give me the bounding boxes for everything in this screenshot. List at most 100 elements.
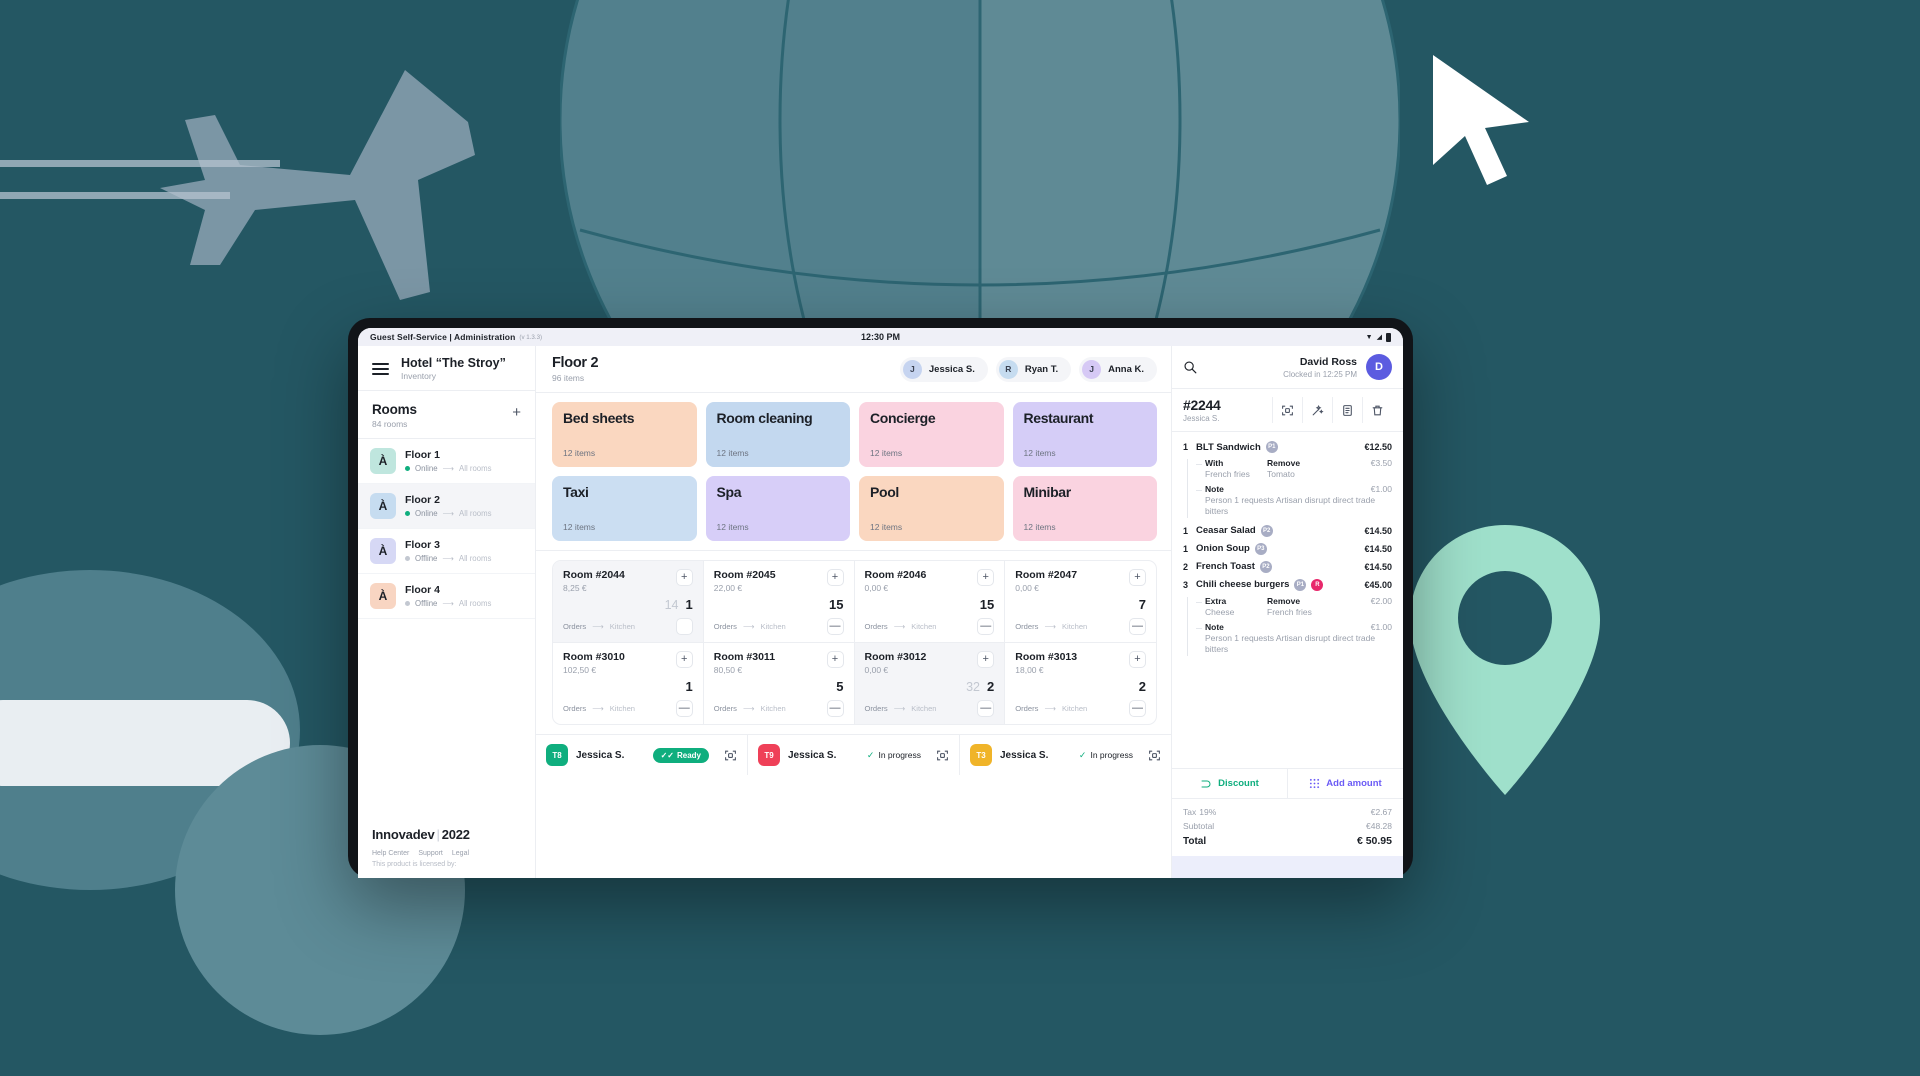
room-card-5[interactable]: Room #3011 80,50 € + 5 Orders ⟶ Kitchen … — [704, 643, 855, 724]
task-item-1[interactable]: T9 Jessica S. ✓ In progress — [748, 735, 960, 775]
order-item-2[interactable]: 1 Onion Soup P3 €14.50 — [1183, 540, 1392, 558]
staff-chip-2[interactable]: J Anna K. — [1079, 356, 1157, 382]
room-card-7[interactable]: Room #3013 18,00 € + 2 Orders ⟶ Kitchen … — [1005, 643, 1156, 724]
discount-tag-icon — [1201, 780, 1211, 787]
scan-icon[interactable] — [724, 749, 737, 762]
room-previous-qty: 32 — [966, 680, 981, 694]
room-card-2[interactable]: Room #2046 0,00 € + 15 Orders ⟶ Kitchen … — [854, 561, 1006, 643]
avatar[interactable]: D — [1366, 354, 1392, 380]
total-value: € 50.95 — [1356, 835, 1392, 847]
floor-meta: Online ⟶ All rooms — [405, 509, 492, 518]
note-price: €1.00 — [1370, 484, 1392, 494]
arrow-right-icon: ⟶ — [592, 703, 604, 713]
staff-chip-0[interactable]: J Jessica S. — [899, 356, 988, 382]
task-item-2[interactable]: T3 Jessica S. ✓ In progress — [960, 735, 1171, 775]
room-price: 102,50 € — [563, 665, 597, 675]
add-amount-button[interactable]: Add amount — [1288, 769, 1403, 798]
person-badge: R — [1311, 578, 1324, 591]
add-item-button[interactable]: + — [826, 651, 844, 668]
order-totals: Tax 19% €2.67 Subtotal €48.28 Total € 50.… — [1172, 798, 1403, 856]
sidebar-item-floor-2[interactable]: À Floor 2 Online ⟶ All rooms — [358, 484, 535, 530]
add-item-button[interactable]: + — [675, 569, 693, 586]
modifier-value-2: Tomato — [1267, 469, 1295, 479]
add-item-button[interactable]: + — [977, 651, 995, 668]
hamburger-menu-icon[interactable] — [370, 361, 391, 377]
room-toggle-button[interactable]: — — [1129, 618, 1146, 635]
add-item-button[interactable]: + — [1129, 569, 1146, 586]
delete-icon[interactable] — [1362, 397, 1392, 423]
category-tile-2[interactable]: Concierge 12 items — [859, 402, 1004, 467]
order-item-1[interactable]: 1 Ceasar Salad P2 €14.50 — [1183, 522, 1392, 540]
room-card-4[interactable]: Room #3010 102,50 € + 1 Orders ⟶ Kitchen… — [553, 643, 704, 724]
floor-status: Offline — [415, 554, 438, 564]
order-item-3[interactable]: 2 French Toast P2 €14.50 — [1183, 558, 1392, 576]
room-toggle-button[interactable]: — — [977, 618, 995, 635]
order-id: #2244 — [1183, 397, 1221, 413]
room-toggle-button[interactable]: — — [977, 700, 995, 717]
room-card-1[interactable]: Room #2045 22,00 € + 15 Orders ⟶ Kitchen… — [703, 561, 855, 643]
brand-name: Innovadev | 2022 — [372, 827, 470, 842]
category-title: Room cleaning — [716, 410, 813, 426]
modifier-key-1: With — [1205, 458, 1224, 468]
scan-icon[interactable] — [1148, 749, 1161, 762]
room-toggle-button[interactable]: — — [675, 700, 693, 717]
add-item-button[interactable]: + — [1129, 651, 1146, 668]
floor-avatar: À — [370, 448, 396, 475]
task-item-0[interactable]: T8 Jessica S. ✓✓ Ready — [536, 735, 748, 775]
magic-wand-icon[interactable] — [1302, 397, 1332, 423]
item-qty: 3 — [1183, 579, 1189, 590]
add-room-button[interactable]: + — [512, 405, 521, 420]
scan-icon[interactable] — [936, 749, 949, 762]
status-text: Ready — [676, 750, 701, 760]
sidebar-item-floor-1[interactable]: À Floor 1 Online ⟶ All rooms — [358, 439, 535, 485]
sidebar-item-floor-3[interactable]: À Floor 3 Offline ⟶ All rooms — [358, 529, 535, 575]
receipt-icon[interactable] — [1332, 397, 1362, 423]
total-row-0: Tax 19% €2.67 — [1183, 805, 1392, 819]
total-row-1: Subtotal €48.28 — [1183, 819, 1392, 833]
arrow-right-icon: ⟶ — [742, 621, 755, 631]
category-tile-4[interactable]: Taxi 12 items — [552, 476, 697, 541]
map-pin-icon — [1410, 525, 1600, 795]
pay-bar[interactable] — [1172, 856, 1403, 878]
room-qty-value: 15 — [829, 597, 844, 612]
search-icon[interactable] — [1183, 360, 1197, 374]
category-tile-1[interactable]: Room cleaning 12 items — [705, 402, 850, 467]
note-text: Person 1 requests Artisan disrupt direct… — [1205, 632, 1376, 655]
current-user-info: David Ross Clocked in 12:25 PM — [1283, 356, 1357, 379]
room-card-3[interactable]: Room #2047 0,00 € + 7 Orders ⟶ Kitchen — — [1005, 561, 1156, 643]
room-toggle-button[interactable]: — — [1129, 700, 1146, 717]
category-tile-7[interactable]: Minibar 12 items — [1012, 476, 1157, 541]
scan-icon[interactable] — [1272, 397, 1302, 423]
order-item-4[interactable]: 3 Chili cheese burgers P1 R €45.00 Extra … — [1183, 576, 1392, 660]
room-toggle-button[interactable] — [675, 618, 693, 635]
sidebar-item-floor-4[interactable]: À Floor 4 Offline ⟶ All rooms — [358, 574, 535, 620]
hotel-name: Hotel “The Stroy” — [401, 356, 506, 370]
item-details: With Remove €3.50 French fries Tomato No… — [1183, 456, 1392, 522]
category-tile-6[interactable]: Pool 12 items — [859, 476, 1004, 541]
room-card-footer: Orders ⟶ Kitchen — — [1015, 618, 1146, 635]
room-toggle-button[interactable]: — — [826, 700, 844, 717]
footer-link-2[interactable]: Legal — [452, 850, 469, 857]
staff-chip-1[interactable]: R Ryan T. — [995, 356, 1072, 382]
footer-link-1[interactable]: Support — [418, 850, 443, 857]
room-card-0[interactable]: Room #2044 8,25 € + 14 1 Orders ⟶ Kitche… — [553, 561, 704, 643]
discount-button[interactable]: Discount — [1172, 769, 1288, 798]
add-item-button[interactable]: + — [977, 569, 995, 586]
tablet-screen: Guest Self-Service | Administration (v 1… — [358, 328, 1403, 878]
category-title: Restaurant — [1023, 410, 1094, 426]
add-item-button[interactable]: + — [675, 651, 693, 668]
room-card-6[interactable]: Room #3012 0,00 € + 32 2 Orders ⟶ Kitche… — [854, 643, 1006, 724]
add-item-button[interactable]: + — [826, 569, 844, 586]
category-title: Pool — [870, 484, 899, 500]
order-owner: Jessica S. — [1183, 414, 1220, 423]
total-label: Tax 19% — [1183, 807, 1217, 817]
category-tile-0[interactable]: Bed sheets 12 items — [552, 402, 697, 467]
kitchen-label: Kitchen — [760, 622, 786, 631]
room-quantity: 2 — [1015, 679, 1146, 694]
category-tile-3[interactable]: Restaurant 12 items — [1012, 402, 1157, 467]
order-item-0[interactable]: 1 BLT Sandwich P1 €12.50 With Remove €3.… — [1183, 438, 1392, 522]
sidebar-header: Hotel “The Stroy” Inventory — [358, 346, 535, 392]
footer-link-0[interactable]: Help Center — [372, 850, 409, 857]
category-tile-5[interactable]: Spa 12 items — [705, 476, 850, 541]
room-toggle-button[interactable]: — — [826, 618, 844, 635]
